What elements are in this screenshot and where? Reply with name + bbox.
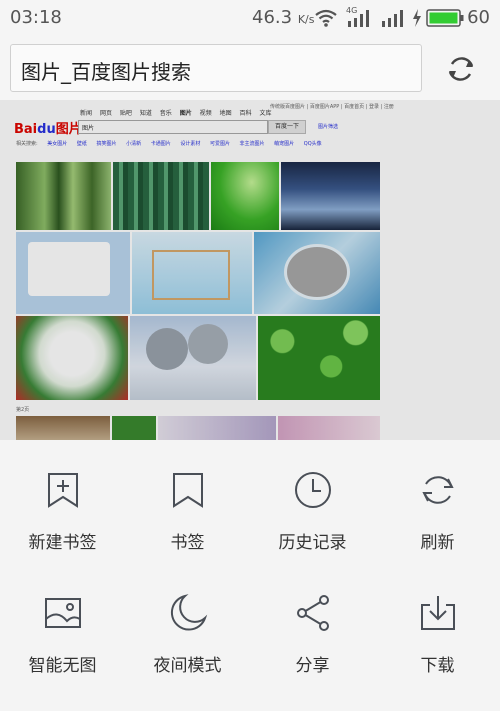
- share-icon: [297, 595, 329, 631]
- battery-icon: [426, 9, 464, 27]
- refresh-icon[interactable]: [444, 52, 478, 86]
- menu-label: 书签: [170, 533, 205, 553]
- menu-refresh[interactable]: 刷新: [375, 440, 500, 553]
- menu-label: 下载: [420, 656, 455, 676]
- bookmark-icon: [173, 473, 203, 508]
- menu-label: 刷新: [420, 533, 455, 553]
- dim-overlay[interactable]: [0, 100, 500, 440]
- menu-label: 分享: [295, 656, 330, 676]
- signal-2-icon: [382, 10, 403, 27]
- menu-download[interactable]: 下载: [375, 563, 500, 676]
- status-bar: 03:18 46.3 K/s 4G 60: [0, 0, 500, 36]
- url-field[interactable]: 图片_百度图片搜索: [10, 44, 422, 92]
- signal-icon: [348, 10, 369, 27]
- browser-menu-sheet: 新建书签 书签 历史记录 刷新 智能无图 夜间模式 分享 下载: [0, 440, 500, 711]
- history-clock-icon: [295, 472, 331, 508]
- menu-share[interactable]: 分享: [250, 563, 375, 676]
- network-speed: 46.3 K/s: [252, 7, 315, 28]
- add-bookmark-icon: [48, 473, 78, 508]
- menu-history[interactable]: 历史记录: [250, 440, 375, 553]
- menu-label: 夜间模式: [153, 656, 222, 676]
- menu-night-mode[interactable]: 夜间模式: [125, 563, 250, 676]
- menu-label: 智能无图: [28, 656, 97, 676]
- refresh-icon: [422, 476, 454, 504]
- menu-label: 历史记录: [278, 533, 347, 553]
- charging-icon: [413, 9, 421, 27]
- menu-bookmarks[interactable]: 书签: [125, 440, 250, 553]
- wifi-icon: [315, 9, 337, 27]
- menu-new-bookmark[interactable]: 新建书签: [0, 440, 125, 553]
- moon-icon: [170, 594, 208, 631]
- page-title: 图片_百度图片搜索: [21, 60, 191, 84]
- status-time: 03:18: [10, 7, 62, 28]
- download-icon: [421, 596, 455, 630]
- menu-label: 新建书签: [28, 533, 97, 553]
- battery-level: 60: [467, 7, 490, 28]
- no-image-icon: [45, 598, 81, 628]
- address-bar: 图片_百度图片搜索: [0, 36, 500, 100]
- menu-smart-no-image[interactable]: 智能无图: [0, 563, 125, 676]
